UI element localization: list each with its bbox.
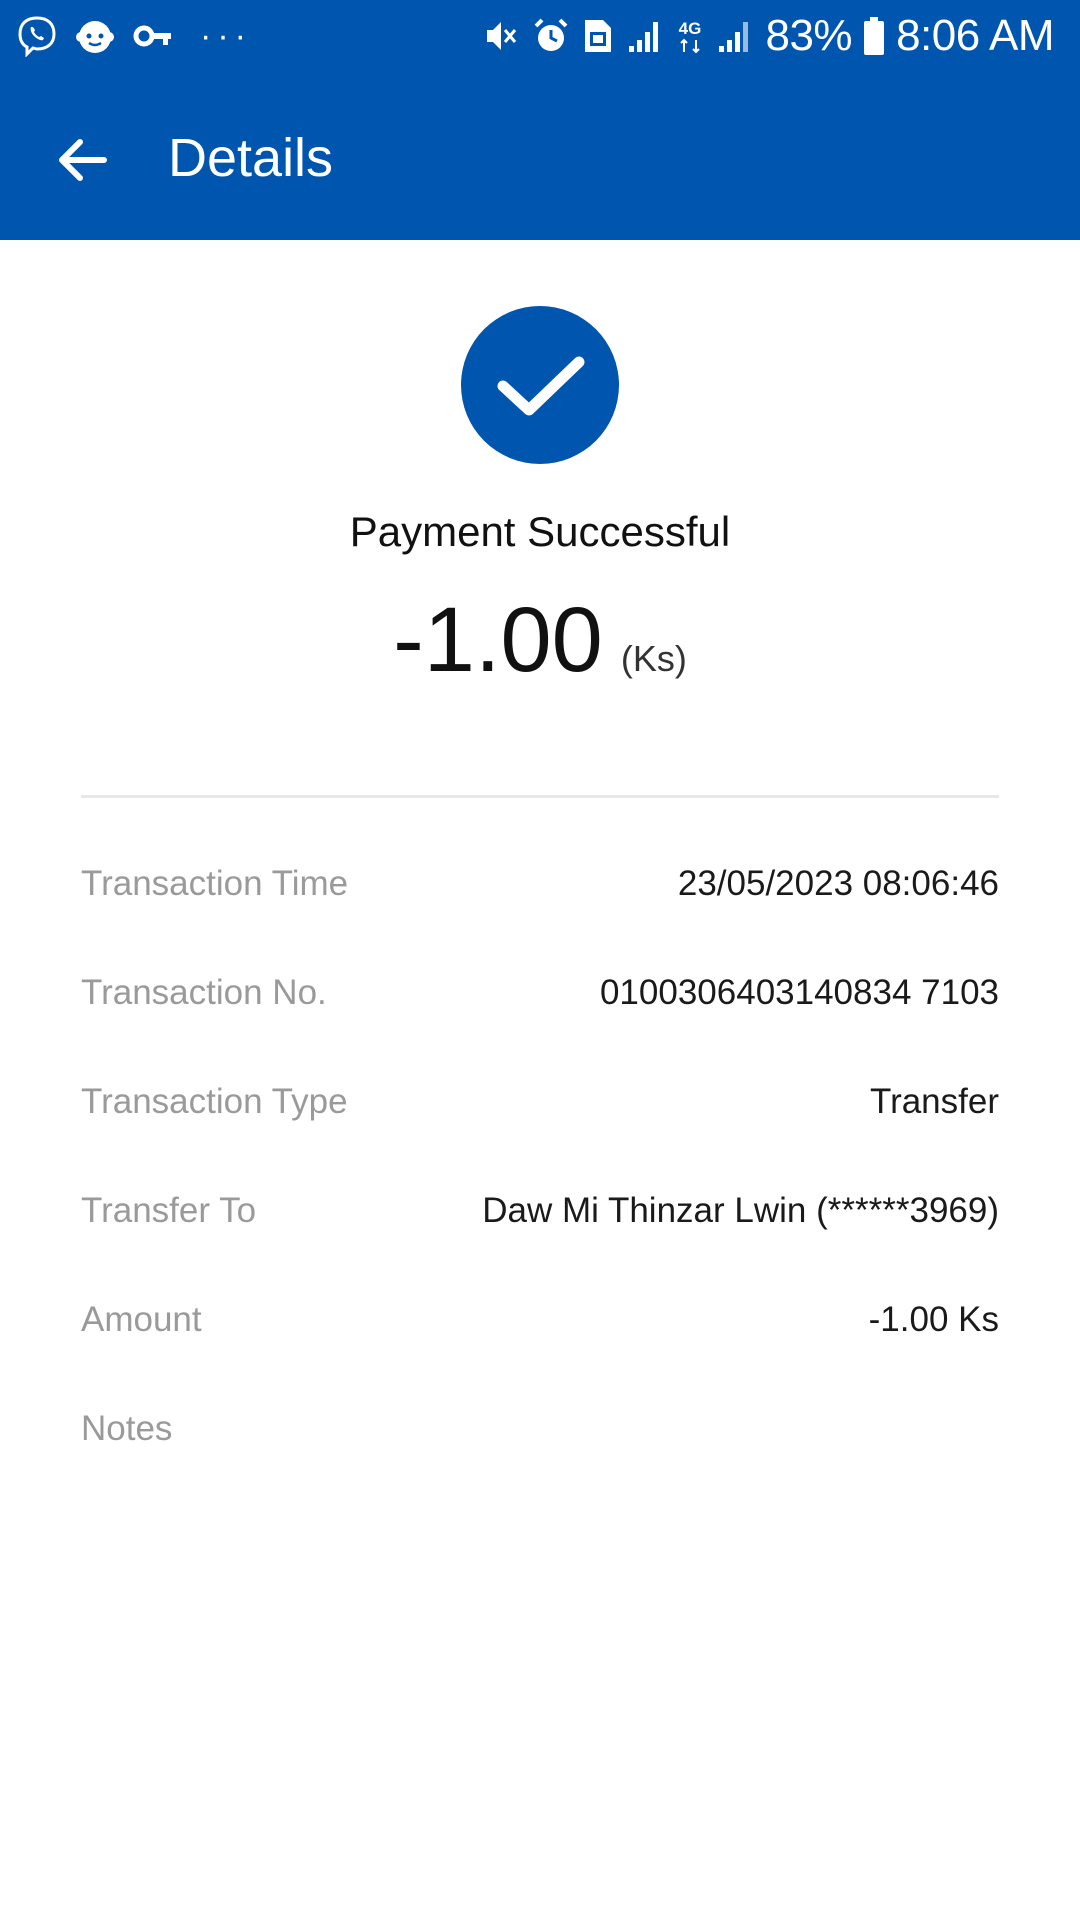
- vpn-key-icon: [132, 15, 174, 57]
- detail-value: 23/05/2023 08:06:46: [677, 864, 999, 903]
- signal-icon: [625, 16, 665, 56]
- alarm-icon: [531, 16, 571, 56]
- detail-value: -1.00 Ks: [868, 1300, 999, 1339]
- payment-status-message: Payment Successful: [349, 508, 731, 555]
- divider: [81, 795, 999, 798]
- sim-icon: [581, 16, 615, 56]
- system-icons: 4G 83% 8:06 AM: [481, 10, 1054, 62]
- amount-display: -1.00 (Ks): [0, 590, 1080, 690]
- vibrate-mute-icon: [481, 16, 521, 56]
- amount-value: -1.00: [393, 589, 603, 691]
- network-4g-icon: 4G: [675, 16, 705, 56]
- signal-icon: [715, 16, 755, 56]
- arrow-left-icon: [59, 139, 107, 181]
- status-bar: ··· 4G 83% 8:06 AM: [0, 0, 1080, 72]
- detail-value: Daw Mi Thinzar Lwin (******3969): [482, 1191, 999, 1230]
- detail-row-transaction-no: Transaction No. 0100306403140834 7103: [81, 959, 999, 1068]
- viber-icon: [16, 15, 58, 57]
- detail-row-amount: Amount -1.00 Ks: [81, 1286, 999, 1395]
- detail-label: Transaction No.: [81, 973, 327, 1012]
- detail-row-notes: Notes: [81, 1395, 999, 1504]
- detail-label: Transfer To: [81, 1191, 257, 1230]
- more-dots-icon: ···: [200, 17, 252, 55]
- notification-icons: ···: [16, 14, 252, 58]
- back-button[interactable]: [34, 112, 130, 208]
- svg-text:4G: 4G: [679, 19, 702, 38]
- clock: 8:06 AM: [896, 11, 1054, 60]
- transaction-details: Transaction Time 23/05/2023 08:06:46 Tra…: [81, 850, 999, 1504]
- detail-label: Notes: [81, 1409, 173, 1448]
- toolbar: Details: [0, 72, 1080, 240]
- app-header: ··· 4G 83% 8:06 AM Details: [0, 0, 1080, 240]
- detail-label: Transaction Type: [81, 1082, 348, 1121]
- amount-unit: (Ks): [620, 638, 687, 679]
- baby-face-icon: [74, 15, 116, 57]
- detail-value: 0100306403140834 7103: [599, 973, 999, 1012]
- battery-percent: 83%: [765, 11, 853, 60]
- page-title: Details: [168, 128, 334, 188]
- battery-icon: [862, 15, 886, 57]
- detail-row-transfer-to: Transfer To Daw Mi Thinzar Lwin (******3…: [81, 1177, 999, 1286]
- detail-row-transaction-time: Transaction Time 23/05/2023 08:06:46: [81, 850, 999, 959]
- detail-label: Transaction Time: [81, 864, 349, 903]
- detail-value: Transfer: [869, 1082, 999, 1121]
- check-circle-icon: [461, 306, 619, 464]
- detail-row-transaction-type: Transaction Type Transfer: [81, 1068, 999, 1177]
- detail-label: Amount: [81, 1300, 202, 1339]
